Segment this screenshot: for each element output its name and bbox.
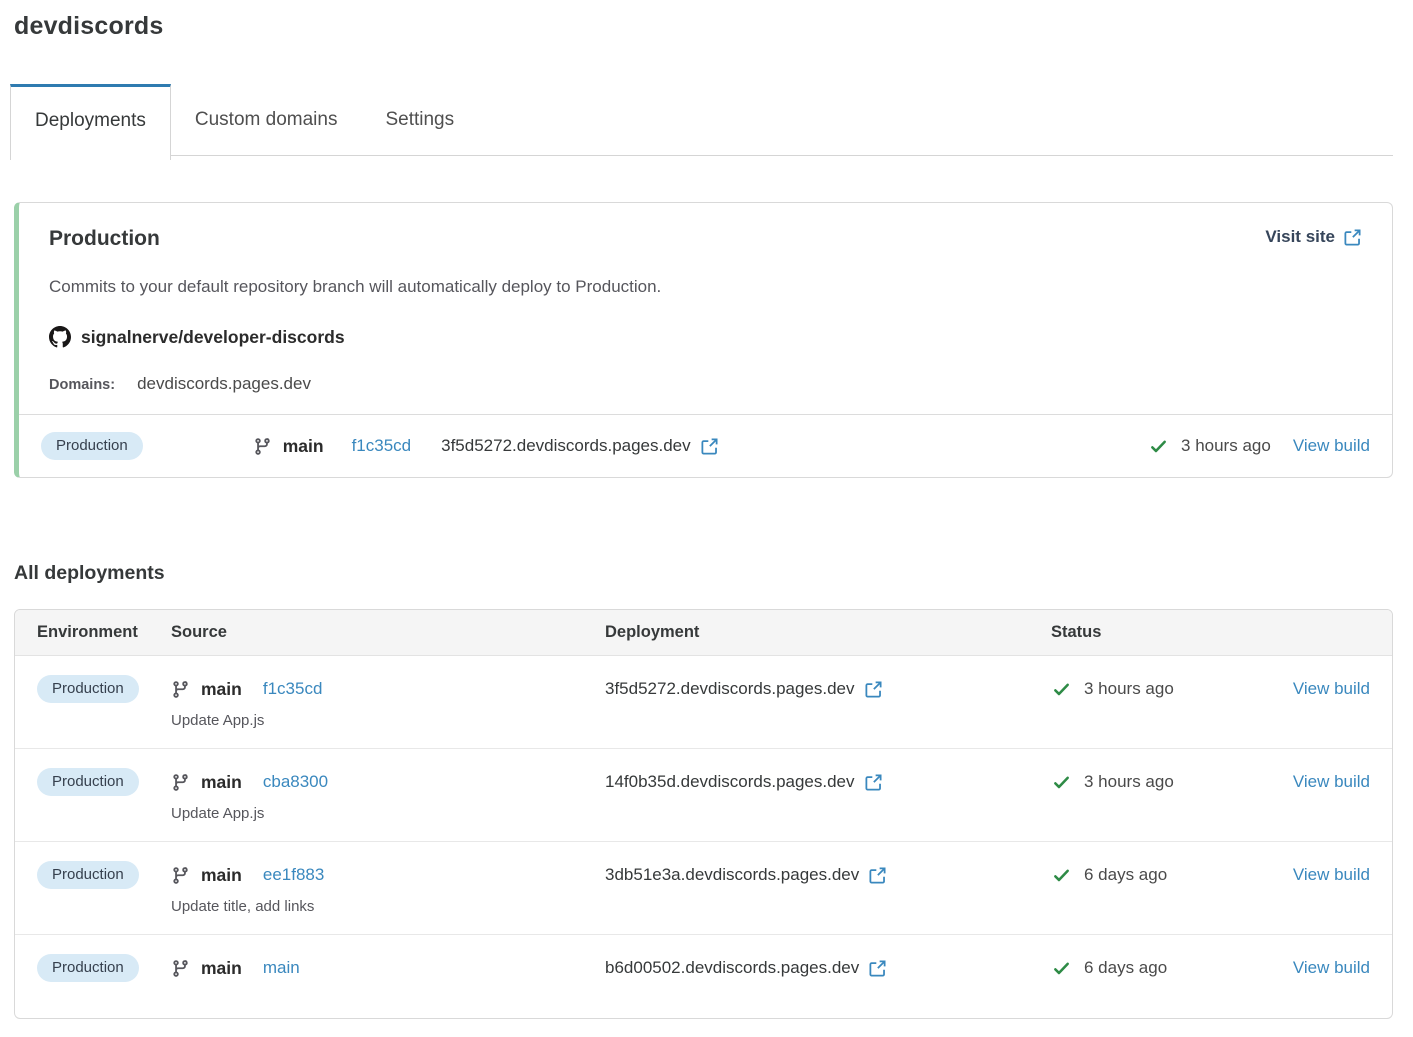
- deployment-url: 3db51e3a.devdiscords.pages.dev: [605, 865, 859, 885]
- environment-badge: Production: [37, 675, 139, 703]
- visit-site-label: Visit site: [1265, 227, 1335, 247]
- all-deployments-title: All deployments: [14, 562, 1393, 585]
- table-header: Environment Source Deployment Status: [15, 610, 1392, 656]
- deployment-url: 3f5d5272.devdiscords.pages.dev: [441, 436, 691, 456]
- commit-link[interactable]: main: [263, 958, 300, 978]
- check-icon: [1148, 438, 1169, 455]
- commit-link[interactable]: f1c35cd: [263, 679, 323, 699]
- view-build-link[interactable]: View build: [1293, 772, 1370, 792]
- github-icon: [49, 326, 71, 348]
- environment-badge: Production: [41, 432, 143, 460]
- branch-name: main: [201, 958, 242, 979]
- git-branch-icon: [171, 959, 190, 978]
- tab-custom-domains[interactable]: Custom domains: [171, 84, 362, 155]
- view-build-link[interactable]: View build: [1293, 436, 1370, 456]
- branch-name: main: [201, 772, 242, 793]
- tab-settings[interactable]: Settings: [361, 84, 478, 155]
- page-title: devdiscords: [14, 12, 1393, 41]
- deployments-table: Environment Source Deployment Status Pro…: [14, 609, 1393, 1019]
- column-header-status: Status: [1051, 623, 1271, 642]
- commit-message: Update App.js: [171, 712, 605, 729]
- deployment-url: 3f5d5272.devdiscords.pages.dev: [605, 679, 855, 699]
- git-branch-icon: [253, 437, 272, 456]
- production-deployment-row: Production main f1c35cd 3f5d5272.devdisc…: [19, 415, 1392, 477]
- environment-badge: Production: [37, 954, 139, 982]
- commit-message: Update App.js: [171, 805, 605, 822]
- external-link-icon[interactable]: [864, 773, 883, 792]
- view-build-link[interactable]: View build: [1293, 865, 1370, 885]
- deployment-url: 14f0b35d.devdiscords.pages.dev: [605, 772, 855, 792]
- check-icon: [1051, 774, 1072, 791]
- environment-badge: Production: [37, 861, 139, 889]
- table-row: Production main f1c35cd Update App.js 3f…: [15, 656, 1392, 748]
- tab-bar: Deployments Custom domains Settings: [14, 84, 1393, 156]
- view-build-link[interactable]: View build: [1293, 958, 1370, 978]
- table-row: Production main ee1f883 Update title, ad…: [15, 841, 1392, 934]
- commit-link[interactable]: cba8300: [263, 772, 328, 792]
- external-link-icon[interactable]: [868, 866, 887, 885]
- table-row: Production main cba8300 Update App.js 14…: [15, 748, 1392, 841]
- external-link-icon[interactable]: [700, 437, 719, 456]
- domains-label: Domains:: [49, 377, 115, 393]
- environment-badge: Production: [37, 768, 139, 796]
- pages-project-page: devdiscords Deployments Custom domains S…: [0, 0, 1413, 1019]
- column-header-deployment: Deployment: [605, 623, 1051, 642]
- git-branch-icon: [171, 680, 190, 699]
- repo-link[interactable]: signalnerve/developer-discords: [49, 326, 1362, 348]
- view-build-link[interactable]: View build: [1293, 679, 1370, 699]
- tab-deployments[interactable]: Deployments: [10, 84, 171, 160]
- repo-name: signalnerve/developer-discords: [81, 327, 345, 348]
- commit-link[interactable]: ee1f883: [263, 865, 324, 885]
- production-card: Production Visit site Commits to your de…: [14, 202, 1393, 478]
- deployment-url: b6d00502.devdiscords.pages.dev: [605, 958, 859, 978]
- check-icon: [1051, 960, 1072, 977]
- check-icon: [1051, 867, 1072, 884]
- production-card-description: Commits to your default repository branc…: [49, 277, 1362, 297]
- branch-name: main: [201, 865, 242, 886]
- git-branch-icon: [171, 773, 190, 792]
- status-time: 6 days ago: [1084, 958, 1167, 978]
- column-header-environment: Environment: [37, 623, 171, 642]
- external-link-icon: [1343, 228, 1362, 247]
- domains-value: devdiscords.pages.dev: [137, 374, 311, 394]
- external-link-icon[interactable]: [864, 680, 883, 699]
- status-time: 3 hours ago: [1181, 436, 1271, 456]
- table-row: Production main main b6d00502.devdiscord…: [15, 934, 1392, 1018]
- commit-message: Update title, add links: [171, 898, 605, 915]
- commit-link[interactable]: f1c35cd: [352, 436, 412, 456]
- status-time: 3 hours ago: [1084, 772, 1174, 792]
- domains-row: Domains: devdiscords.pages.dev: [49, 374, 1362, 394]
- column-header-source: Source: [171, 623, 605, 642]
- git-branch-icon: [171, 866, 190, 885]
- check-icon: [1051, 681, 1072, 698]
- branch-name: main: [201, 679, 242, 700]
- external-link-icon[interactable]: [868, 959, 887, 978]
- production-card-title: Production: [49, 227, 160, 251]
- status-time: 3 hours ago: [1084, 679, 1174, 699]
- visit-site-link[interactable]: Visit site: [1265, 227, 1362, 247]
- status-time: 6 days ago: [1084, 865, 1167, 885]
- branch-name: main: [283, 436, 324, 457]
